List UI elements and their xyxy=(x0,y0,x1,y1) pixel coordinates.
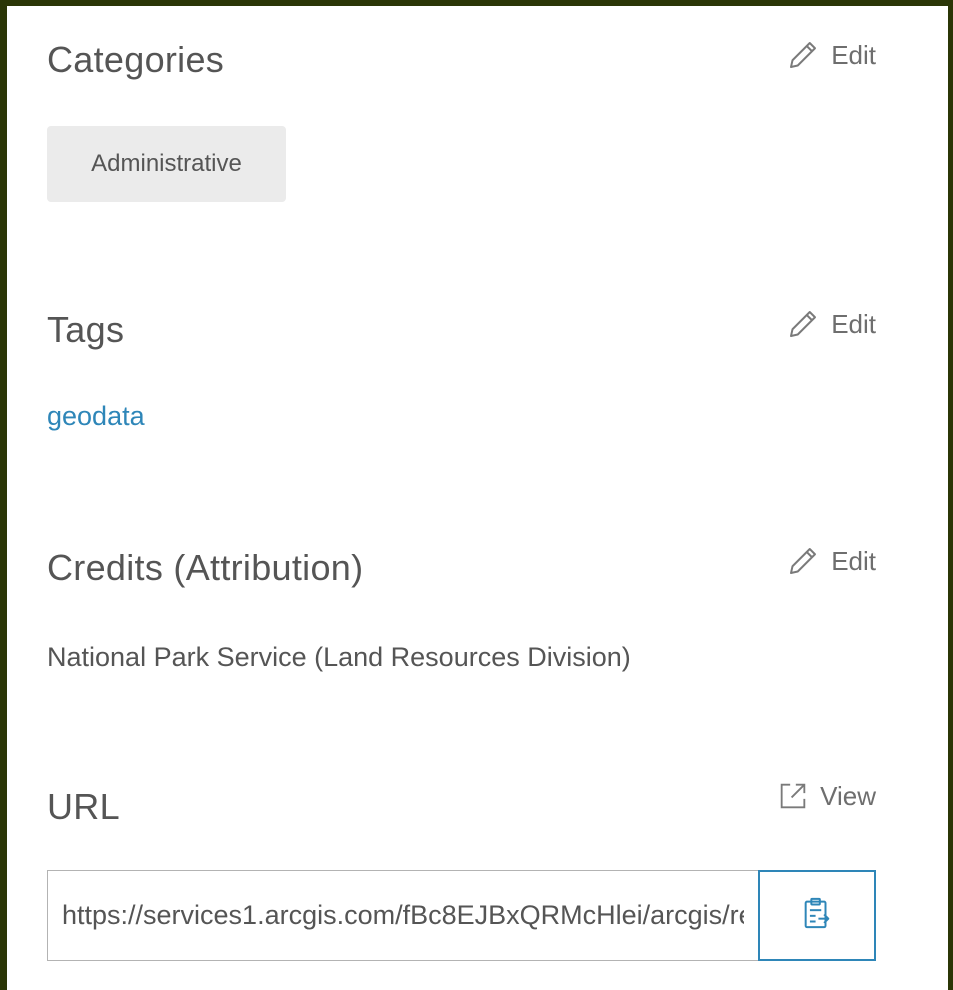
pencil-icon xyxy=(785,543,821,579)
category-chip[interactable]: Administrative xyxy=(47,126,286,202)
tags-title: Tags xyxy=(47,309,125,350)
pencil-icon xyxy=(785,306,821,342)
credits-title: Credits (Attribution) xyxy=(47,547,364,588)
categories-edit-label: Edit xyxy=(831,39,876,70)
categories-edit-button[interactable]: Edit xyxy=(785,37,876,73)
clipboard-copy-icon xyxy=(802,896,832,935)
url-view-button[interactable]: View xyxy=(776,779,876,813)
copy-url-button[interactable] xyxy=(758,870,876,961)
credits-value: National Park Service (Land Resources Di… xyxy=(47,642,631,672)
details-panel: Categories Edit Administrative Tags Edit… xyxy=(7,6,948,990)
url-field-group xyxy=(47,870,876,961)
categories-title: Categories xyxy=(47,39,225,80)
tags-edit-button[interactable]: Edit xyxy=(785,306,876,342)
credits-edit-label: Edit xyxy=(831,545,876,576)
pencil-icon xyxy=(785,37,821,73)
url-view-label: View xyxy=(820,780,876,811)
url-title: URL xyxy=(47,786,120,827)
tag-link[interactable]: geodata xyxy=(47,401,145,432)
external-link-icon xyxy=(776,779,810,813)
credits-edit-button[interactable]: Edit xyxy=(785,543,876,579)
tags-edit-label: Edit xyxy=(831,308,876,339)
url-input[interactable] xyxy=(47,870,758,961)
